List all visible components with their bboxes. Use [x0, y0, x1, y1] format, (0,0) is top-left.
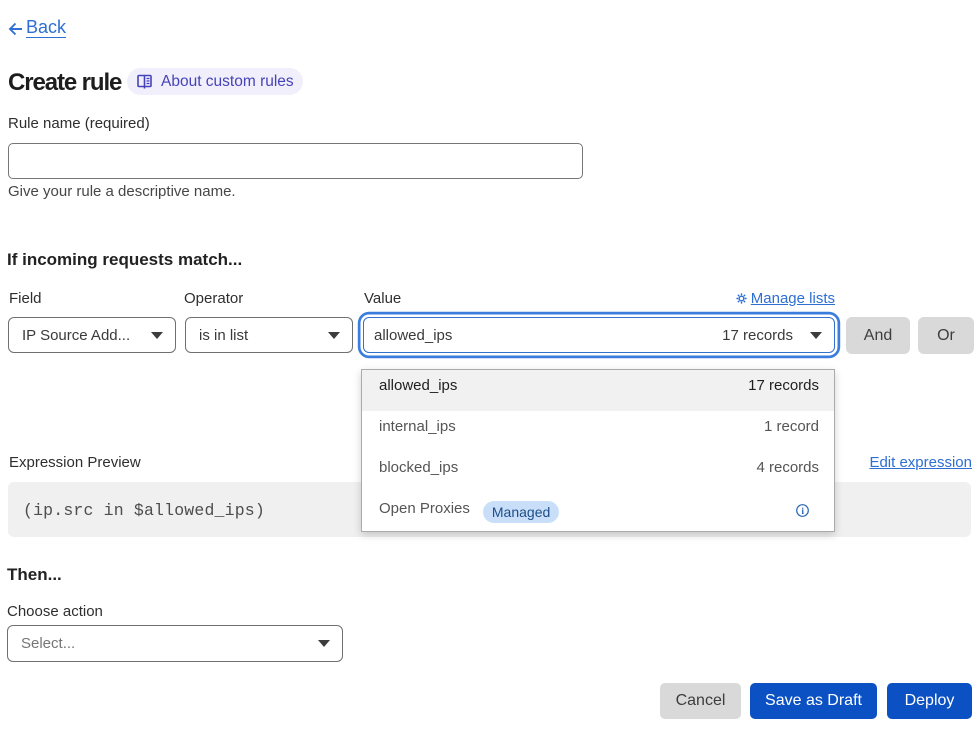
svg-text:i: i	[801, 507, 804, 517]
